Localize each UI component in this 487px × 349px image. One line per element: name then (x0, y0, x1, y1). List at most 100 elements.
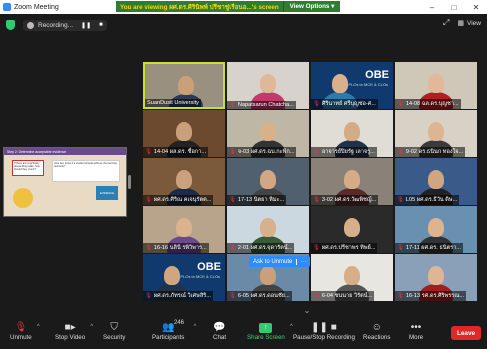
slide-box-outcome: How do I know if a student should achiev… (52, 160, 120, 182)
window-title: Zoom Meeting (14, 3, 59, 11)
video-options-chevron-icon[interactable]: ^ (90, 324, 93, 330)
participant-tile[interactable]: OBE FROM PLOs to MCE & CLOs 🎙 ผศ.ดร.ภัทรณ์ … (143, 254, 225, 301)
share-screen-icon: ↑ (259, 321, 273, 334)
recording-icon (27, 21, 34, 29)
ask-to-unmute-button[interactable]: Ask to Unmute (253, 259, 292, 265)
participant-name-label: 🎙 17-11 ผศ.ดร. ธนิตรา... (395, 243, 464, 253)
more-button[interactable]: ••• More (409, 321, 423, 341)
leave-button[interactable]: Leave (451, 326, 481, 340)
participant-face (428, 74, 444, 93)
muted-mic-icon: 🎙 (145, 293, 152, 299)
view-button[interactable]: View (467, 20, 481, 27)
minimize-button[interactable]: – (421, 3, 443, 12)
participant-tile[interactable]: 🎙 16-13 รศ.ดร.ศิริพรรณ... (395, 254, 477, 301)
participant-face (344, 122, 360, 141)
participant-name: 6-04 ชนนาย วิรัตน์... (321, 293, 373, 299)
next-page-chevron-icon[interactable]: ⌄ (302, 306, 312, 315)
participant-name-label: 🎙 6-04 ชนนาย วิรัตน์... (311, 291, 375, 301)
slide-illustration (13, 188, 33, 208)
muted-mic-icon: 🎙 (229, 293, 236, 299)
view-options-button[interactable]: View Options ▾ (283, 1, 340, 12)
participant-tile[interactable]: 🎙 16-16 นลินี รพิวิพาร... (143, 206, 225, 253)
participant-tile[interactable]: 🎙 ผศ.ดร.ปรีชาพร ทิพย์... (311, 206, 393, 253)
ask-to-unmute-popup[interactable]: Ask to Unmute ··· (249, 256, 311, 267)
window-controls: – □ ✕ (421, 3, 487, 12)
close-button[interactable]: ✕ (465, 3, 487, 12)
security-shield-icon[interactable] (6, 20, 15, 30)
participants-label: Participants (152, 334, 185, 341)
chat-button[interactable]: 💬 Chat (213, 321, 226, 341)
participant-face (260, 218, 276, 237)
participant-tile[interactable]: 🎙 9-02 ดร.ธนินก ทองใจ... (395, 110, 477, 157)
reactions-button[interactable]: ☺ Reactions (363, 321, 391, 341)
participant-face (428, 218, 444, 237)
share-screen-button[interactable]: ↑ Share Screen ^ (247, 321, 293, 341)
participants-button[interactable]: 👥 Participants 246 ^ (152, 320, 196, 341)
participant-name-label: 🎙 ศิรินาทย์ ศรีบุญช่อ-ศ... (311, 99, 378, 109)
participant-tile[interactable]: 🎙 14-04 ผล.ดร. ชื่อกา... (143, 110, 225, 157)
unmute-button[interactable]: 🎙 Unmute ^ (10, 321, 40, 341)
participant-tile[interactable]: 🎙 L05 ผศ.ดร.ธีวัน ดิษ... (395, 158, 477, 205)
participant-name: 3-02 ผศ.ดร.วัฒพิชญ์... (321, 197, 377, 203)
participant-tile[interactable]: 🎙 2-01 ผศ.ดร.จุดารัตน์... (227, 206, 309, 253)
unmute-label: Unmute (10, 334, 32, 341)
participant-tile[interactable]: 🎙 Napatsarun Chatcha... (227, 62, 309, 109)
muted-mic-icon: 🎙 (229, 245, 236, 251)
participant-name: 14-04 ผล.ดร. ชื่อกา... (153, 149, 207, 155)
muted-mic-icon: 🎙 (397, 149, 404, 155)
muted-mic-icon: 🎙 (229, 197, 236, 203)
participant-name-label: 🎙 9-02 ดร.ธนินก ทองใจ... (395, 147, 466, 157)
pause-recording-icon[interactable]: ❚❚ (81, 22, 91, 29)
meeting-toolbar: 🎙 Unmute ^ ■▸ Stop Video ^ ⛉ Security 👥 … (0, 318, 487, 349)
split-resize-handle[interactable] (128, 175, 131, 189)
participant-face (260, 266, 276, 285)
stop-video-label: Stop Video (55, 334, 86, 341)
security-button[interactable]: ⛉ Security (103, 321, 125, 341)
participant-name: อาจารย์ปิยรัฐ เลาจรู... (321, 149, 375, 155)
fullscreen-icon[interactable]: ⤢ (443, 18, 449, 28)
participant-face (260, 170, 276, 189)
participant-face (176, 170, 192, 189)
stop-recording-icon[interactable]: ■ (99, 22, 103, 28)
participant-name: 6-05 ผศ.ดร.ดอนชัย... (237, 293, 290, 299)
participant-name: 17-13 นิตยา หิมะ... (237, 197, 285, 203)
participants-icon: 👥 (161, 322, 175, 333)
participant-name: 16-13 รศ.ดร.ศิริพรรณ... (405, 293, 465, 299)
participant-tile[interactable]: 🎙 จ-03 ผศ.ดร.ฉบ.กะพีก... (227, 110, 309, 157)
participant-name: ผศ.ดร.ปรีชาพร ทิพย์... (321, 245, 376, 251)
pause-stop-recording-button[interactable]: ❚❚ ■ Pause/Stop Recording (293, 321, 355, 341)
more-label: More (409, 334, 424, 341)
participant-tile[interactable]: SuanDusit University (143, 62, 225, 109)
participant-name-label: 🎙 2-01 ผศ.ดร.จุดารัตน์... (227, 243, 295, 253)
muted-mic-icon: 🎙 (145, 245, 152, 251)
participant-name-label: 🎙 14-08 ฉล.ดร.บุญชา... (395, 99, 461, 109)
stop-video-button[interactable]: ■▸ Stop Video ^ (55, 321, 93, 341)
participant-tile[interactable]: 🎙 อาจารย์ปิยรัฐ เลาจรู... (311, 110, 393, 157)
maximize-button[interactable]: □ (443, 3, 465, 12)
participant-face (344, 218, 360, 237)
muted-mic-icon: 🎙 (313, 149, 320, 155)
muted-mic-icon: 🎙 (145, 197, 152, 203)
participant-face (164, 266, 180, 285)
participant-tile[interactable]: 🎙 3-02 ผศ.ดร.วัฒพิชญ์... (311, 158, 393, 205)
participants-chevron-icon[interactable]: ^ (194, 324, 197, 330)
chat-bubble-icon: 💬 (213, 322, 226, 333)
participant-name-label: 🎙 16-16 นลินี รพิวิพาร... (143, 243, 209, 253)
slide-box-question: If there are cognitively demanding tasks… (12, 160, 44, 176)
participant-tile[interactable]: 🎙 6-04 ชนนาย วิรัตน์... (311, 254, 393, 301)
participant-tile[interactable]: OBE FROM PLOs to MCE & CLOs 🎙 ศิรินาทย์ ศรี… (311, 62, 393, 109)
participant-name-label: SuanDusit University (145, 99, 201, 107)
slide-evidence-box: EVIDENCE (96, 186, 118, 200)
participant-tile[interactable]: 🎙 ผศ.ดร.ศิริณ คเจนุรัตต... (143, 158, 225, 205)
participant-face (428, 170, 444, 189)
participant-tile[interactable]: 🎙 17-13 นิตยา หิมะ... (227, 158, 309, 205)
participant-tile[interactable]: 🎙 17-11 ผศ.ดร. ธนิตรา... (395, 206, 477, 253)
more-options-button[interactable]: ··· (296, 258, 306, 265)
muted-mic-icon: 🎙 (229, 102, 236, 108)
shared-screen-thumbnail[interactable]: Step 2: Determine acceptable evidence If… (3, 147, 127, 217)
participant-tile[interactable]: 🎙 14-08 ฉล.ดร.บุญชา... (395, 62, 477, 109)
participant-face (178, 76, 194, 95)
participant-name: ผศ.ดร.ศิริณ คเจนุรัตต... (153, 197, 212, 203)
muted-mic-icon: 🎙 (397, 197, 404, 203)
audio-options-chevron-icon[interactable]: ^ (37, 324, 40, 330)
